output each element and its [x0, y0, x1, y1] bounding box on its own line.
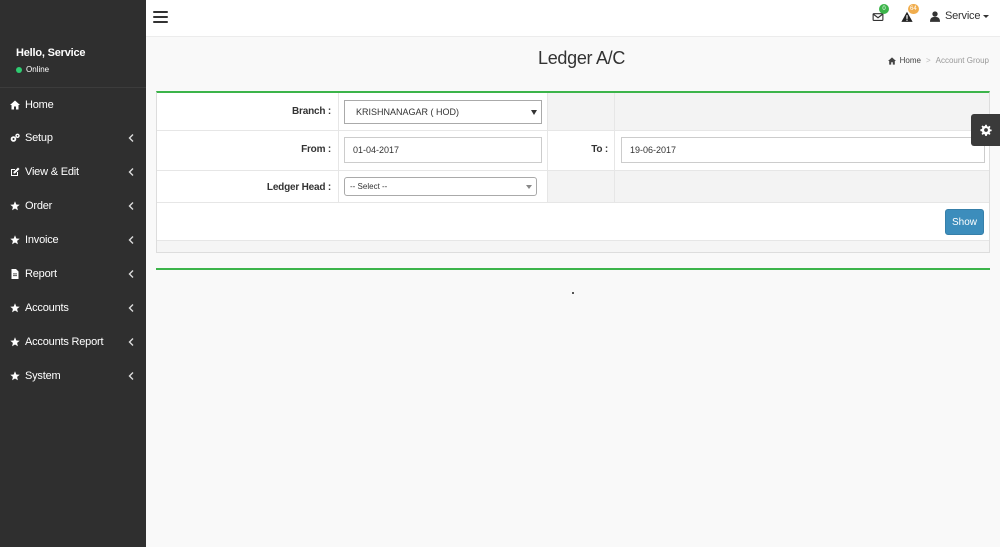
sidebar-menu: Home Setup View & Edit Order Invoice Report Ac…: [0, 88, 146, 393]
ledger-form-box: Branch : KRISHNANAGAR ( HOD) From : 01-0…: [156, 91, 990, 253]
sidebar-item-home[interactable]: Home: [0, 88, 146, 121]
breadcrumb-current: Account Group: [935, 56, 989, 65]
caret-down-icon: [983, 14, 990, 18]
messages-badge: 0: [879, 4, 889, 14]
chevron-left-icon: [128, 337, 134, 346]
sidebar-item-label: Invoice: [25, 234, 59, 246]
sidebar-item-label: System: [25, 370, 61, 382]
branch-select-value: KRISHNANAGAR ( HOD): [356, 107, 460, 117]
settings-toggle[interactable]: [971, 114, 1000, 146]
actions-row: Show: [157, 203, 989, 241]
dropdown-arrow-icon: [526, 184, 532, 189]
star-icon: [9, 235, 20, 246]
edit-icon: [9, 167, 20, 178]
sidebar-item-invoice[interactable]: Invoice: [0, 223, 146, 257]
sidebar-item-label: Report: [25, 268, 57, 280]
sidebar-item-view-edit[interactable]: View & Edit: [0, 155, 146, 189]
user-status-label: Online: [26, 65, 50, 74]
home-icon: [9, 99, 20, 110]
to-cell: 19-06-2017: [614, 131, 989, 170]
ledger-head-cell: -- Select --: [338, 171, 547, 202]
breadcrumb-home-label: Home: [899, 56, 921, 65]
home-icon: [887, 56, 896, 65]
user-icon: [930, 10, 940, 22]
from-cell: 01-04-2017: [338, 131, 547, 170]
chevron-left-icon: [128, 201, 134, 210]
ledger-head-label: Ledger Head :: [266, 182, 331, 193]
divider: [156, 268, 990, 270]
ledger-head-select[interactable]: -- Select --: [344, 177, 537, 196]
sidebar-item-label: View & Edit: [25, 166, 79, 178]
ledger-head-select-value: -- Select --: [350, 182, 388, 191]
chevron-left-icon: [128, 371, 134, 380]
sidebar-item-label: Accounts Report: [25, 336, 104, 348]
branch-select[interactable]: KRISHNANAGAR ( HOD): [344, 100, 542, 124]
online-status-icon: [16, 66, 22, 73]
star-icon: [9, 371, 20, 382]
sidebar-item-report[interactable]: Report: [0, 257, 146, 291]
empty-cell: [547, 93, 614, 130]
empty-cell: [547, 171, 614, 202]
sidebar-item-system[interactable]: System: [0, 359, 146, 393]
sidebar-toggle-icon[interactable]: [153, 11, 168, 23]
file-icon: [9, 269, 20, 280]
sidebar-item-accounts[interactable]: Accounts: [0, 291, 146, 325]
messages-icon[interactable]: 0: [872, 4, 889, 25]
sidebar-item-setup[interactable]: Setup: [0, 121, 146, 155]
alerts-badge: 64: [908, 4, 919, 14]
sidebar-item-label: Setup: [25, 132, 53, 144]
user-panel: Hello, Service Online: [0, 0, 146, 88]
top-navbar: 0 64 Service: [146, 0, 1000, 37]
user-menu-label: Service: [945, 10, 981, 22]
star-icon: [9, 337, 20, 348]
ledger-head-row: Ledger Head : -- Select --: [157, 171, 989, 203]
chevron-left-icon: [128, 133, 134, 142]
star-icon: [9, 201, 20, 212]
gears-icon: [9, 133, 20, 144]
to-date-input[interactable]: 19-06-2017: [621, 137, 985, 163]
sidebar-item-label: Accounts: [25, 302, 69, 314]
sidebar-item-order[interactable]: Order: [0, 189, 146, 223]
chevron-left-icon: [128, 269, 134, 278]
sidebar-item-accounts-report[interactable]: Accounts Report: [0, 325, 146, 359]
user-status: Online: [16, 65, 146, 74]
page-title: Ledger A/C: [538, 48, 626, 68]
breadcrumb-separator: >: [925, 56, 931, 65]
breadcrumb-home[interactable]: Home: [887, 56, 921, 65]
user-greeting: Hello, Service: [16, 47, 86, 59]
show-button[interactable]: Show: [945, 209, 984, 235]
to-label: To :: [547, 131, 614, 170]
result-placeholder: [572, 292, 574, 294]
breadcrumb: Home > Account Group: [887, 56, 989, 65]
alerts-icon[interactable]: 64: [901, 4, 919, 25]
sidebar: Hello, Service Online Home Setup View & Ed…: [0, 0, 146, 547]
empty-cell: [614, 93, 989, 130]
box-footer: [157, 240, 989, 252]
chevron-left-icon: [128, 167, 134, 176]
gear-icon: [979, 124, 992, 136]
empty-cell: [614, 171, 989, 202]
branch-label: Branch :: [292, 106, 331, 117]
sidebar-item-label: Home: [25, 98, 54, 111]
branch-row: Branch : KRISHNANAGAR ( HOD): [157, 93, 989, 131]
chevron-left-icon: [128, 235, 134, 244]
branch-cell: KRISHNANAGAR ( HOD): [338, 93, 547, 130]
from-date-input[interactable]: 01-04-2017: [344, 137, 542, 163]
from-label: From :: [301, 144, 331, 155]
chevron-left-icon: [128, 303, 134, 312]
user-menu-dropdown[interactable]: Service: [930, 10, 990, 22]
sidebar-item-label: Order: [25, 200, 53, 212]
star-icon: [9, 303, 20, 314]
date-row: From : 01-04-2017 To : 19-06-2017: [157, 131, 989, 171]
dropdown-arrow-icon: [531, 110, 537, 115]
